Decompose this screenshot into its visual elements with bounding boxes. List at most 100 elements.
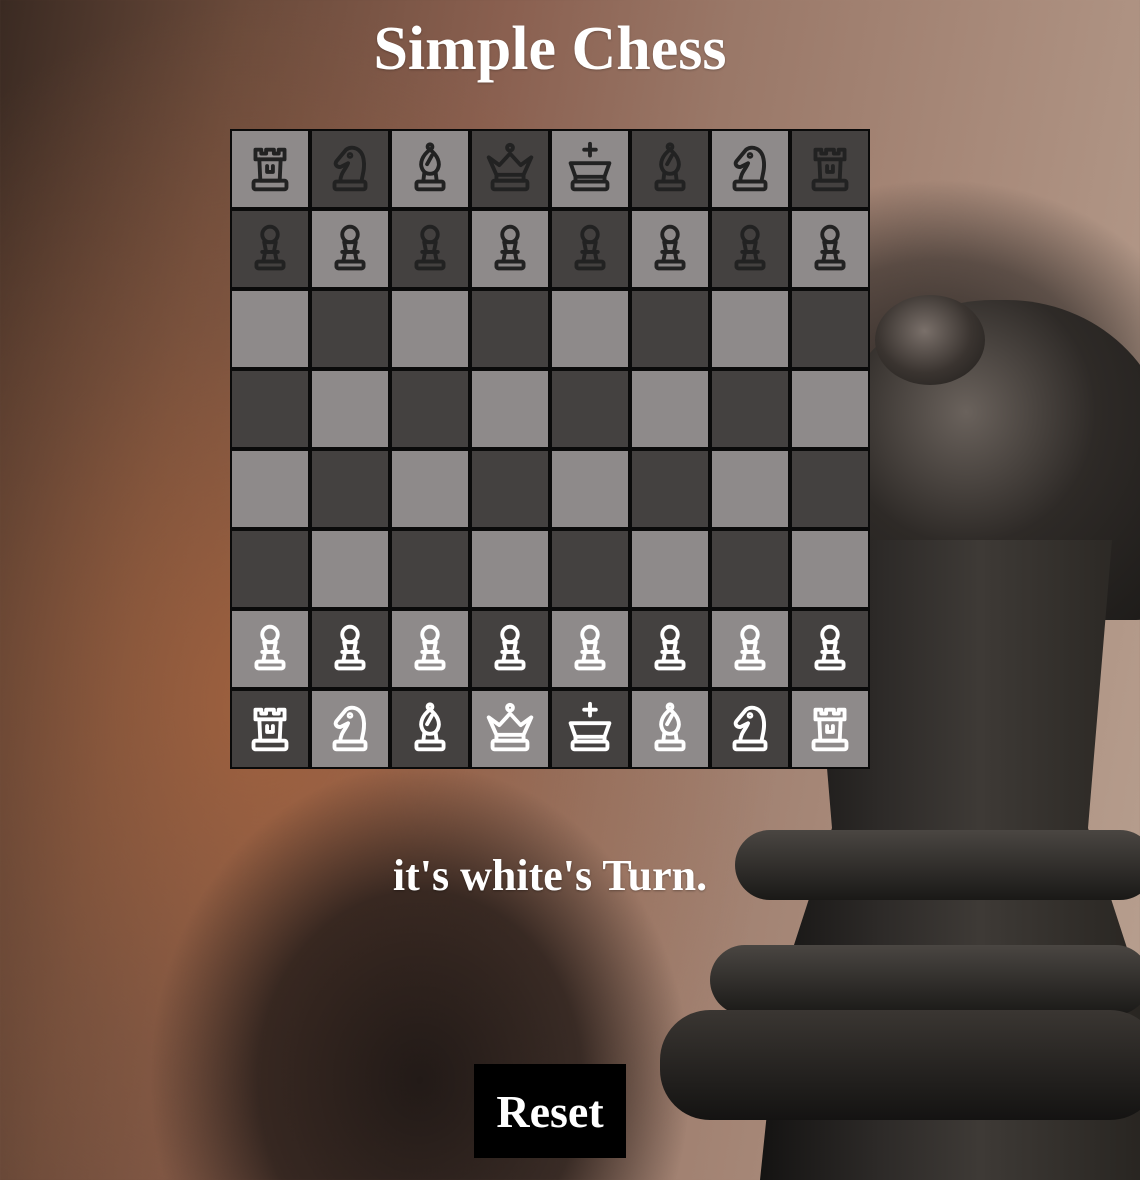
board-square-d3[interactable]: [470, 529, 550, 609]
board-square-b6[interactable]: [310, 289, 390, 369]
board-square-f3[interactable]: [630, 529, 710, 609]
board-square-d1[interactable]: [470, 689, 550, 769]
black-pawn-icon[interactable]: [639, 218, 701, 280]
board-square-h6[interactable]: [790, 289, 870, 369]
board-square-c8[interactable]: [390, 129, 470, 209]
board-square-a5[interactable]: [230, 369, 310, 449]
board-square-c5[interactable]: [390, 369, 470, 449]
black-pawn-icon[interactable]: [319, 218, 381, 280]
board-square-g6[interactable]: [710, 289, 790, 369]
board-square-e6[interactable]: [550, 289, 630, 369]
board-square-e7[interactable]: [550, 209, 630, 289]
board-square-h5[interactable]: [790, 369, 870, 449]
white-pawn-icon[interactable]: [399, 618, 461, 680]
board-square-h3[interactable]: [790, 529, 870, 609]
board-square-g8[interactable]: [710, 129, 790, 209]
turn-status: it's white's Turn.: [392, 851, 708, 900]
board-square-a4[interactable]: [230, 449, 310, 529]
board-square-d5[interactable]: [470, 369, 550, 449]
board-square-f1[interactable]: [630, 689, 710, 769]
board-square-f4[interactable]: [630, 449, 710, 529]
board-square-e2[interactable]: [550, 609, 630, 689]
board-square-h7[interactable]: [790, 209, 870, 289]
board-square-e1[interactable]: [550, 689, 630, 769]
board-square-g3[interactable]: [710, 529, 790, 609]
board-square-g5[interactable]: [710, 369, 790, 449]
black-pawn-icon[interactable]: [239, 218, 301, 280]
board-square-a7[interactable]: [230, 209, 310, 289]
reset-button[interactable]: Reset: [474, 1064, 626, 1158]
white-rook-icon[interactable]: [799, 698, 861, 760]
white-pawn-icon[interactable]: [239, 618, 301, 680]
board-square-c4[interactable]: [390, 449, 470, 529]
white-rook-icon[interactable]: [239, 698, 301, 760]
board-square-c3[interactable]: [390, 529, 470, 609]
black-knight-icon[interactable]: [719, 138, 781, 200]
white-queen-icon[interactable]: [479, 698, 541, 760]
white-pawn-icon[interactable]: [319, 618, 381, 680]
white-bishop-icon[interactable]: [639, 698, 701, 760]
black-pawn-icon[interactable]: [559, 218, 621, 280]
board-square-g1[interactable]: [710, 689, 790, 769]
board-square-g4[interactable]: [710, 449, 790, 529]
board-square-b8[interactable]: [310, 129, 390, 209]
board-square-b4[interactable]: [310, 449, 390, 529]
board-square-f7[interactable]: [630, 209, 710, 289]
white-pawn-icon[interactable]: [479, 618, 541, 680]
black-pawn-icon[interactable]: [479, 218, 541, 280]
board-square-e5[interactable]: [550, 369, 630, 449]
board-square-a3[interactable]: [230, 529, 310, 609]
board-square-g2[interactable]: [710, 609, 790, 689]
board-square-d6[interactable]: [470, 289, 550, 369]
white-bishop-icon[interactable]: [399, 698, 461, 760]
board-square-e8[interactable]: [550, 129, 630, 209]
board-square-a2[interactable]: [230, 609, 310, 689]
board-square-f8[interactable]: [630, 129, 710, 209]
black-king-icon[interactable]: [559, 138, 621, 200]
board-square-c7[interactable]: [390, 209, 470, 289]
board-square-a1[interactable]: [230, 689, 310, 769]
chess-board: [230, 129, 870, 769]
board-square-b7[interactable]: [310, 209, 390, 289]
board-square-b1[interactable]: [310, 689, 390, 769]
board-square-a8[interactable]: [230, 129, 310, 209]
black-pawn-icon[interactable]: [399, 218, 461, 280]
board-square-a6[interactable]: [230, 289, 310, 369]
black-pawn-icon[interactable]: [799, 218, 861, 280]
board-square-e3[interactable]: [550, 529, 630, 609]
white-pawn-icon[interactable]: [799, 618, 861, 680]
board-square-h4[interactable]: [790, 449, 870, 529]
black-rook-icon[interactable]: [799, 138, 861, 200]
board-square-d4[interactable]: [470, 449, 550, 529]
board-square-g7[interactable]: [710, 209, 790, 289]
board-square-c6[interactable]: [390, 289, 470, 369]
white-knight-icon[interactable]: [719, 698, 781, 760]
black-bishop-icon[interactable]: [639, 138, 701, 200]
board-square-d7[interactable]: [470, 209, 550, 289]
black-queen-icon[interactable]: [479, 138, 541, 200]
white-pawn-icon[interactable]: [559, 618, 621, 680]
page-title: Simple Chess: [373, 15, 727, 83]
white-knight-icon[interactable]: [319, 698, 381, 760]
black-pawn-icon[interactable]: [719, 218, 781, 280]
board-square-c2[interactable]: [390, 609, 470, 689]
board-square-e4[interactable]: [550, 449, 630, 529]
board-square-h8[interactable]: [790, 129, 870, 209]
board-square-d8[interactable]: [470, 129, 550, 209]
board-square-h1[interactable]: [790, 689, 870, 769]
board-square-c1[interactable]: [390, 689, 470, 769]
board-square-f2[interactable]: [630, 609, 710, 689]
board-square-b2[interactable]: [310, 609, 390, 689]
black-bishop-icon[interactable]: [399, 138, 461, 200]
board-square-b5[interactable]: [310, 369, 390, 449]
board-square-h2[interactable]: [790, 609, 870, 689]
board-square-b3[interactable]: [310, 529, 390, 609]
board-square-f6[interactable]: [630, 289, 710, 369]
black-rook-icon[interactable]: [239, 138, 301, 200]
board-square-f5[interactable]: [630, 369, 710, 449]
white-pawn-icon[interactable]: [639, 618, 701, 680]
white-pawn-icon[interactable]: [719, 618, 781, 680]
black-knight-icon[interactable]: [319, 138, 381, 200]
white-king-icon[interactable]: [559, 698, 621, 760]
board-square-d2[interactable]: [470, 609, 550, 689]
